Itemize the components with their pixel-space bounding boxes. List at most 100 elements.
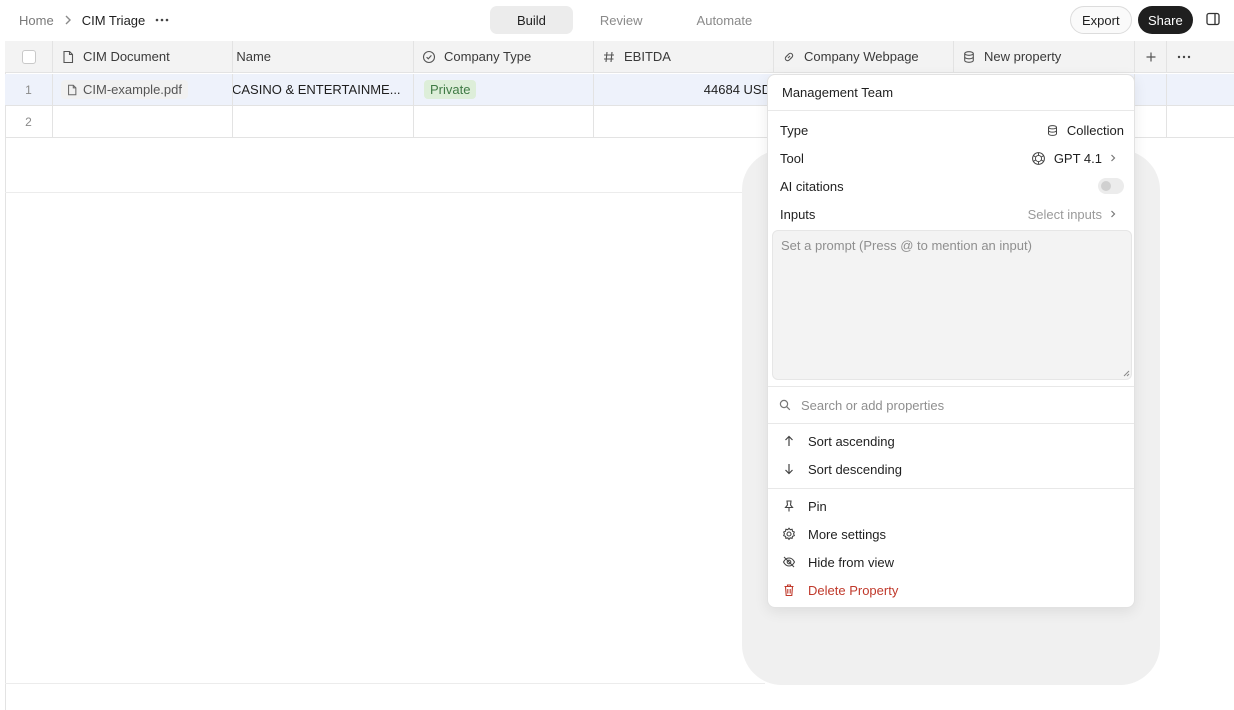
more-horizontal-icon: [1177, 55, 1191, 58]
cell-cim-document[interactable]: [53, 106, 233, 138]
column-header-label: Company Webpage: [804, 49, 919, 64]
check-circle-icon: [422, 50, 436, 63]
file-name: CIM-example.pdf: [83, 82, 182, 97]
inputs-row[interactable]: Inputs Select inputs: [780, 200, 1124, 228]
tool-label: Tool: [780, 150, 804, 166]
more-horizontal-icon[interactable]: [155, 18, 169, 22]
top-bar: Home CIM Triage Build Review Automate Ex…: [0, 0, 1234, 40]
menu-item-label: Hide from view: [808, 554, 894, 570]
search-icon: [779, 399, 791, 411]
property-name[interactable]: Management Team: [768, 75, 1134, 111]
divider: [768, 423, 1134, 424]
hide-from-view-item[interactable]: Hide from view: [772, 548, 1132, 576]
add-column-button[interactable]: [1135, 41, 1167, 73]
breadcrumb-home[interactable]: Home: [19, 13, 54, 28]
type-value[interactable]: Collection: [1046, 123, 1124, 138]
table-header-row: CIM Document ny Name Company Type EBITDA…: [5, 41, 1234, 73]
menu-item-label: Sort ascending: [808, 433, 895, 449]
column-header-cim-document[interactable]: CIM Document: [53, 41, 233, 73]
property-search: [768, 387, 1134, 423]
menu-item-label: Sort descending: [808, 461, 902, 477]
sort-descending-item[interactable]: Sort descending: [772, 455, 1132, 483]
table-options-button[interactable]: [1167, 41, 1234, 73]
tab-build[interactable]: Build: [490, 6, 573, 34]
ai-citations-label: AI citations: [780, 178, 844, 194]
database-icon: [1047, 124, 1057, 136]
column-header-label: New property: [984, 49, 1062, 64]
column-header-label: CIM Document: [83, 49, 170, 64]
side-panel-toggle-icon[interactable]: [1205, 11, 1221, 27]
type-row[interactable]: Type Collection: [780, 116, 1124, 144]
select-all-checkbox[interactable]: [21, 49, 36, 64]
column-header-company-type[interactable]: Company Type: [414, 41, 594, 73]
cell-company-type[interactable]: Private: [414, 74, 594, 106]
tab-review[interactable]: Review: [573, 6, 670, 34]
prompt-input[interactable]: [772, 230, 1132, 380]
column-header-company-name[interactable]: ny Name: [233, 41, 414, 73]
breadcrumb: Home CIM Triage: [19, 0, 169, 40]
share-button[interactable]: Share: [1138, 6, 1193, 34]
column-header-label: Company Type: [444, 49, 532, 64]
cell-empty: [1167, 106, 1234, 138]
grid-left-border: [5, 41, 6, 710]
row-number: 2: [5, 106, 53, 138]
menu-item-label: Pin: [808, 498, 827, 514]
trash-icon: [784, 584, 794, 597]
database-icon: [964, 50, 974, 63]
breadcrumb-current[interactable]: CIM Triage: [82, 13, 146, 28]
select-all-cell: [5, 41, 53, 73]
chevron-right-icon: [1110, 210, 1124, 218]
tool-row[interactable]: Tool GPT 4.1: [780, 144, 1124, 172]
cell-company-type[interactable]: [414, 106, 594, 138]
ai-citations-toggle[interactable]: [1098, 178, 1124, 194]
pin-item[interactable]: Pin: [772, 492, 1132, 520]
inputs-label: Inputs: [780, 206, 816, 222]
mode-switcher: Build Review Automate: [490, 6, 779, 34]
cell-empty: [1135, 74, 1167, 106]
search-input[interactable]: [801, 397, 1101, 413]
cell-ebitda[interactable]: [594, 106, 774, 138]
arrow-up-icon: [785, 435, 793, 446]
export-button[interactable]: Export: [1070, 6, 1132, 34]
cell-cim-document[interactable]: CIM-example.pdf: [53, 74, 233, 106]
tool-value-text: GPT 4.1: [1053, 150, 1102, 166]
menu-item-label: Delete Property: [808, 582, 899, 598]
delete-property-item[interactable]: Delete Property: [772, 576, 1132, 604]
file-icon: [63, 50, 74, 63]
row-number: 1: [5, 74, 53, 106]
column-header-label: ny Name: [233, 49, 272, 64]
file-icon: [68, 84, 77, 95]
column-header-ebitda[interactable]: EBITDA: [594, 41, 774, 73]
divider: [5, 683, 765, 684]
cell-empty: [1135, 106, 1167, 138]
gear-icon: [782, 527, 796, 541]
ebitda-value: 44684 USD: [703, 82, 771, 97]
eye-off-icon: [782, 556, 796, 568]
column-header-company-webpage[interactable]: Company Webpage: [774, 41, 954, 73]
sort-ascending-item[interactable]: Sort ascending: [772, 427, 1132, 455]
status-badge: Private: [424, 80, 477, 99]
row-number-label: 2: [25, 114, 32, 129]
hash-icon: [604, 51, 614, 62]
tool-value[interactable]: GPT 4.1: [1031, 151, 1124, 166]
link-icon: [784, 52, 794, 61]
ai-citations-row: AI citations: [780, 172, 1124, 200]
chevron-right-icon: [1110, 154, 1124, 162]
column-header-label: EBITDA: [624, 49, 671, 64]
more-settings-item[interactable]: More settings: [772, 520, 1132, 548]
pin-icon: [784, 500, 794, 512]
tab-automate[interactable]: Automate: [670, 6, 780, 34]
file-chip[interactable]: CIM-example.pdf: [61, 80, 188, 99]
cell-empty: [1167, 74, 1234, 106]
plus-icon: [1146, 52, 1155, 61]
row-number-label: 1: [25, 82, 32, 97]
cell-company-name[interactable]: N CASINO & ENTERTAINME...: [233, 74, 414, 106]
toggle-knob: [1101, 181, 1111, 191]
inputs-value[interactable]: Select inputs: [1028, 207, 1124, 222]
column-header-new-property[interactable]: New property: [954, 41, 1135, 73]
type-value-text: Collection: [1066, 122, 1124, 138]
inputs-value-text: Select inputs: [1027, 206, 1102, 222]
cell-company-name[interactable]: [233, 106, 414, 138]
divider: [768, 488, 1134, 489]
cell-ebitda[interactable]: 44684 USD: [594, 74, 774, 106]
